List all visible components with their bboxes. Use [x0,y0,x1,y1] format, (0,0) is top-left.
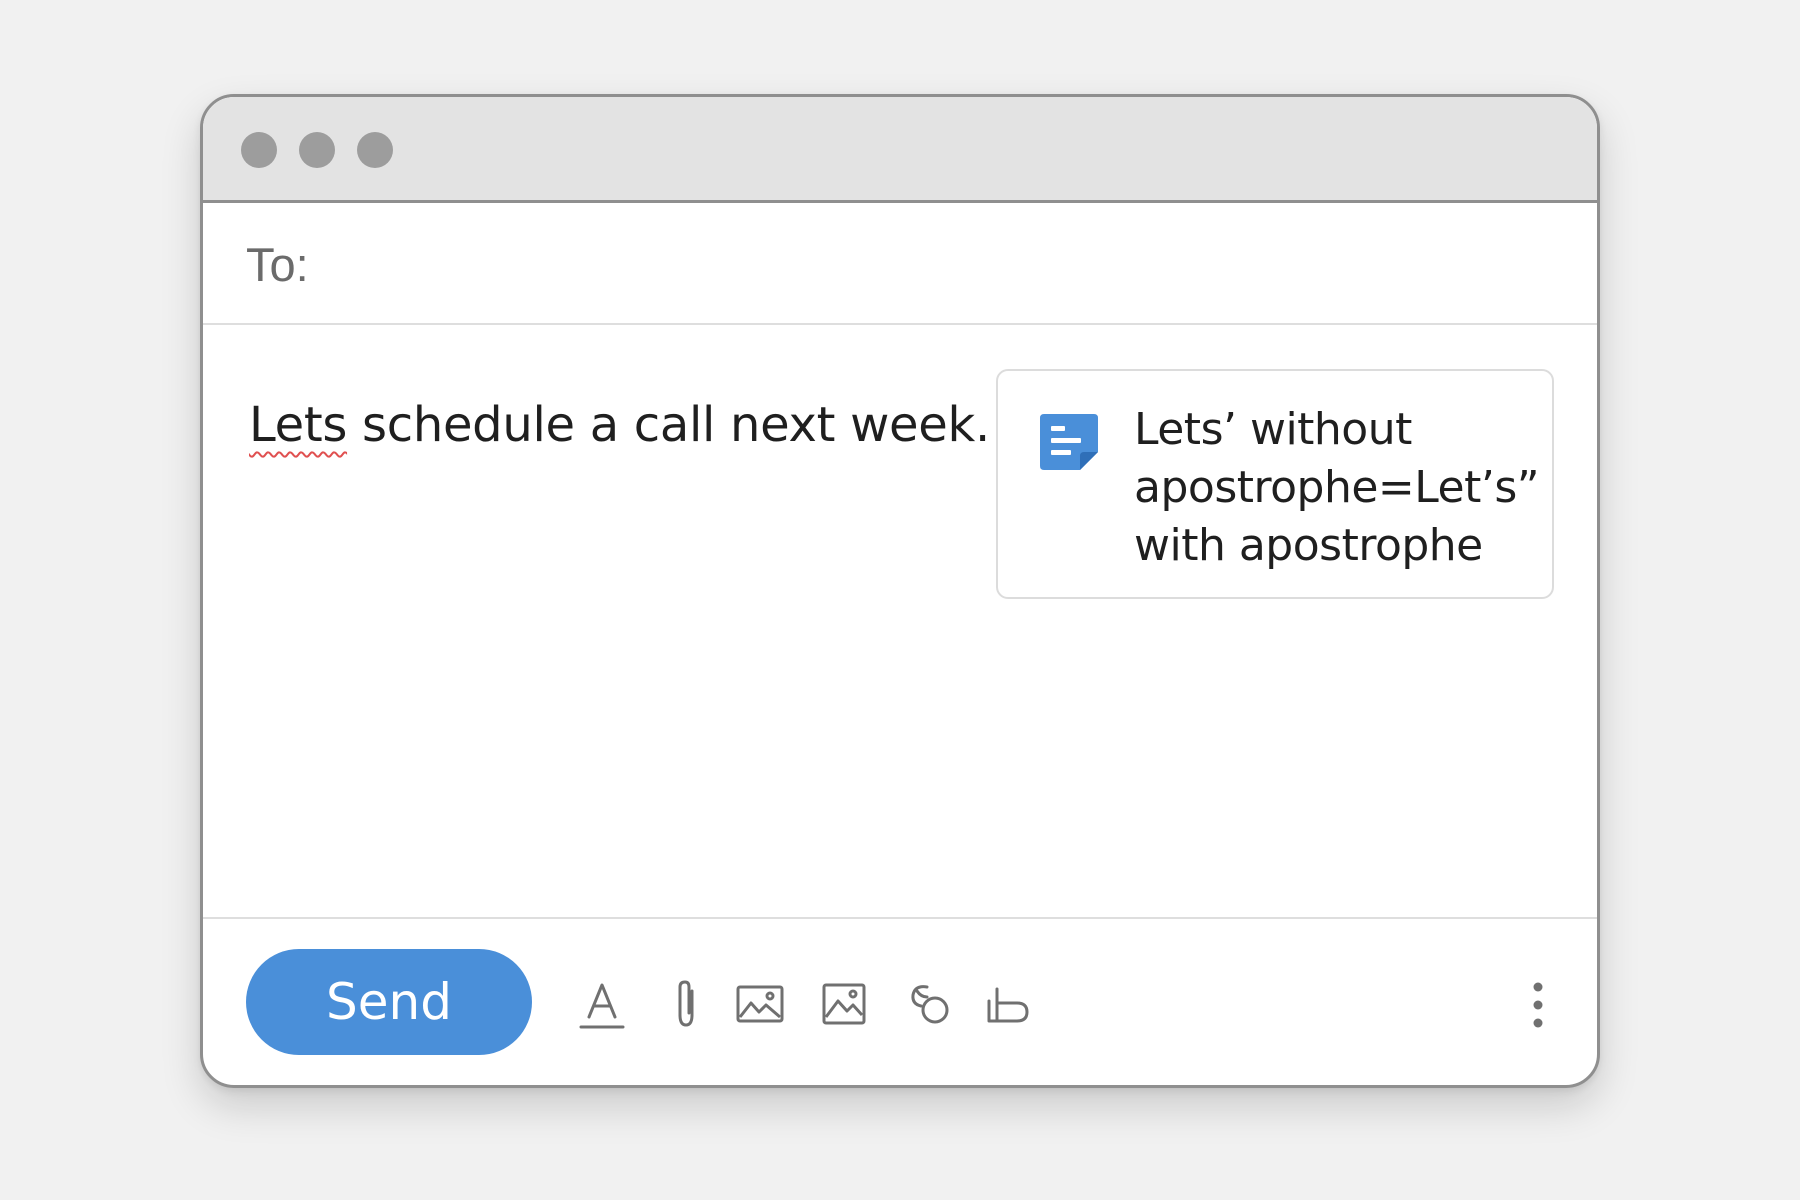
suggestion-text[interactable]: Lets’ without apostrophe=Let’s” with apo… [1134,401,1544,575]
format-text-icon[interactable] [575,977,629,1031]
spelling-suggestion-popup[interactable]: Lets’ without apostrophe=Let’s” with apo… [996,369,1554,599]
image-icon[interactable] [817,977,871,1031]
link-icon[interactable] [903,977,957,1031]
attach-icon[interactable] [659,977,713,1031]
message-body-rest: schedule a call next week. [347,397,990,453]
window-maximize-dot[interactable] [357,132,393,168]
signature-icon[interactable] [981,977,1035,1031]
window-minimize-dot[interactable] [299,132,335,168]
send-button[interactable]: Send [246,949,532,1055]
more-options-icon[interactable] [1529,981,1547,1029]
title-bar [203,97,1597,203]
message-body[interactable]: Lets schedule a call next week. [249,397,990,453]
window-close-dot[interactable] [241,132,277,168]
compose-toolbar: Send [203,917,1597,1085]
misspelled-word[interactable]: Lets [249,397,347,453]
to-label: To: [246,238,309,291]
photo-icon[interactable] [733,977,787,1031]
to-row: To: [203,203,1597,325]
doc-icon [1038,412,1100,472]
compose-window: To: Lets schedule a call next week. Lets… [200,94,1600,1088]
to-field[interactable] [343,223,1567,305]
